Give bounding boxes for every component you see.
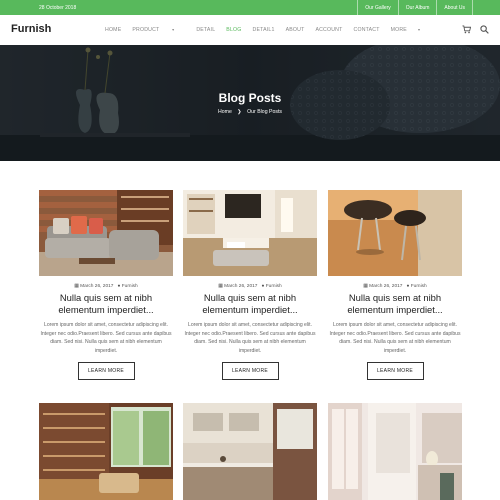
chevron-down-icon: ▾ <box>417 27 421 32</box>
learn-more-button[interactable]: LEARN MORE <box>221 362 279 381</box>
post-meta: ▦ March 26, 2017 ● Furnish <box>328 284 462 289</box>
main-nav: Furnish HOME PRODUCT ▾ DETAIL BLOG DETAI… <box>0 15 500 45</box>
user-icon: ● <box>117 284 121 289</box>
calendar-icon: ▦ <box>218 284 223 289</box>
post-excerpt: Lorem ipsum dolor sit amet, consectetur … <box>184 322 316 354</box>
nav-item-more-label: MORE <box>390 27 407 33</box>
nav-item-home[interactable]: HOME <box>105 27 121 33</box>
nav-item-product[interactable]: PRODUCT ▾ <box>132 27 185 33</box>
post-image[interactable] <box>183 403 317 500</box>
top-link-about[interactable]: About Us <box>436 0 473 15</box>
cart-icon[interactable] <box>462 25 471 34</box>
post-excerpt: Lorem ipsum dolor sit amet, consectetur … <box>40 322 172 354</box>
post-image[interactable] <box>39 190 173 276</box>
post-excerpt: Lorem ipsum dolor sit amet, consectetur … <box>329 322 461 354</box>
nav-item-contact[interactable]: CONTACT <box>354 27 380 33</box>
learn-more-button[interactable]: LEARN MORE <box>366 362 424 381</box>
nav-item-blog[interactable]: BLOG <box>226 27 241 33</box>
post-date: March 26, 2017 <box>80 284 114 289</box>
blog-card: ▦ March 26, 2017 ● Furnish Nulla quis se… <box>328 190 462 381</box>
calendar-icon: ▦ <box>363 284 368 289</box>
post-date: March 26, 2017 <box>369 284 403 289</box>
nav-item-about[interactable]: ABOUT <box>286 27 305 33</box>
breadcrumb: Home ❯ Our Blog Posts <box>0 109 500 115</box>
current-date: 28 October 2018 <box>39 5 77 11</box>
post-title[interactable]: Nulla quis sem at nibh elementum imperdi… <box>328 292 462 316</box>
nav-item-detail1[interactable]: DETAIL1 <box>253 27 275 33</box>
nav-item-product-label: PRODUCT <box>132 27 160 33</box>
post-meta: ▦ March 26, 2017 ● Furnish <box>39 284 173 289</box>
site-logo[interactable]: Furnish <box>11 23 51 35</box>
hero-banner: Blog Posts Home ❯ Our Blog Posts <box>0 45 500 161</box>
post-image[interactable] <box>328 190 462 276</box>
post-author[interactable]: Furnish <box>122 284 138 289</box>
breadcrumb-separator: ❯ <box>237 109 242 115</box>
calendar-icon: ▦ <box>74 284 79 289</box>
nav-item-more[interactable]: MORE ▾ <box>391 27 432 33</box>
top-link-album[interactable]: Our Album <box>397 0 437 15</box>
top-link-gallery[interactable]: Our Gallery <box>357 0 398 15</box>
top-links: Our Gallery Our Album About Us <box>357 0 473 15</box>
post-title[interactable]: Nulla quis sem at nibh elementum imperdi… <box>39 292 173 316</box>
user-icon: ● <box>261 284 265 289</box>
breadcrumb-home[interactable]: Home <box>218 109 232 115</box>
breadcrumb-current: Our Blog Posts <box>247 109 282 115</box>
post-date: March 26, 2017 <box>224 284 258 289</box>
post-author[interactable]: Furnish <box>411 284 427 289</box>
user-icon: ● <box>406 284 410 289</box>
top-bar: 28 October 2018 Our Gallery Our Album Ab… <box>0 0 500 15</box>
nav-menu: HOME PRODUCT ▾ DETAIL BLOG DETAIL1 ABOUT… <box>105 27 442 33</box>
post-image[interactable] <box>328 403 462 500</box>
blog-card: ▦ March 26, 2017 ● Furnish Nulla quis se… <box>39 190 173 381</box>
nav-item-account[interactable]: ACCOUNT <box>315 27 342 33</box>
page-title: Blog Posts <box>218 91 282 105</box>
post-image[interactable] <box>39 403 173 500</box>
search-icon[interactable] <box>480 25 489 34</box>
post-title[interactable]: Nulla quis sem at nibh elementum imperdi… <box>183 292 317 316</box>
post-meta: ▦ March 26, 2017 ● Furnish <box>183 284 317 289</box>
post-image[interactable] <box>183 190 317 276</box>
learn-more-button[interactable]: LEARN MORE <box>77 362 135 381</box>
nav-item-detail[interactable]: DETAIL <box>196 27 215 33</box>
blog-card: ▦ March 26, 2017 ● Furnish Nulla quis se… <box>183 190 317 381</box>
chevron-down-icon: ▾ <box>172 27 175 32</box>
post-author[interactable]: Furnish <box>266 284 282 289</box>
